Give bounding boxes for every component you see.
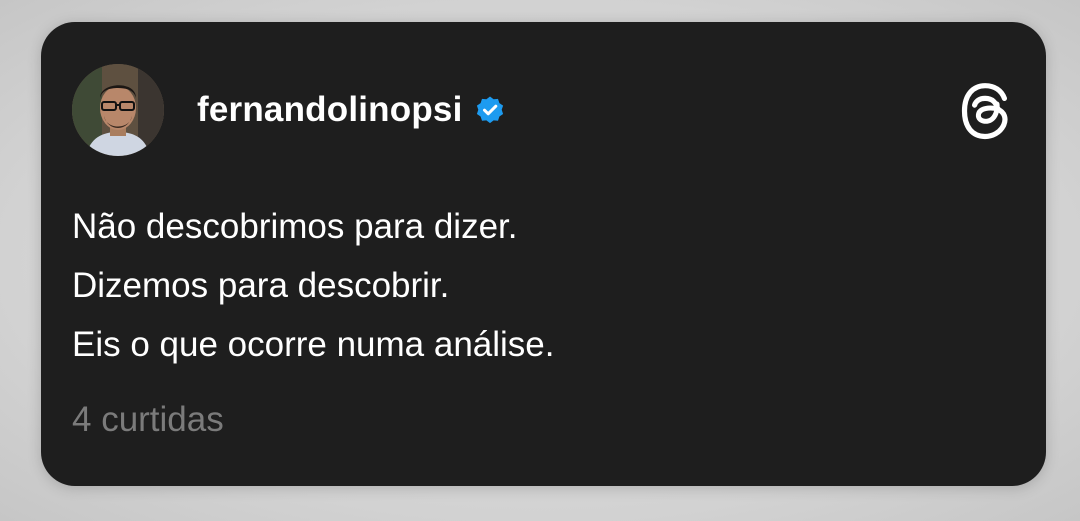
post-card: fernandolinopsi Não descobrimos para diz… xyxy=(41,22,1046,486)
post-line-1: Não descobrimos para dizer. xyxy=(72,207,518,246)
post-line-2: Dizemos para descobrir. xyxy=(72,266,450,305)
post-line-3: Eis o que ocorre numa análise. xyxy=(72,325,555,364)
likes-count[interactable]: 4 curtidas xyxy=(72,400,224,440)
post-body: Não descobrimos para dizer. Dizemos para… xyxy=(72,197,555,374)
username[interactable]: fernandolinopsi xyxy=(197,90,463,130)
threads-logo-icon[interactable] xyxy=(957,82,1013,140)
verified-badge-icon xyxy=(475,95,505,125)
profile-photo xyxy=(72,64,164,156)
username-row: fernandolinopsi xyxy=(197,88,505,132)
avatar[interactable] xyxy=(72,64,164,156)
